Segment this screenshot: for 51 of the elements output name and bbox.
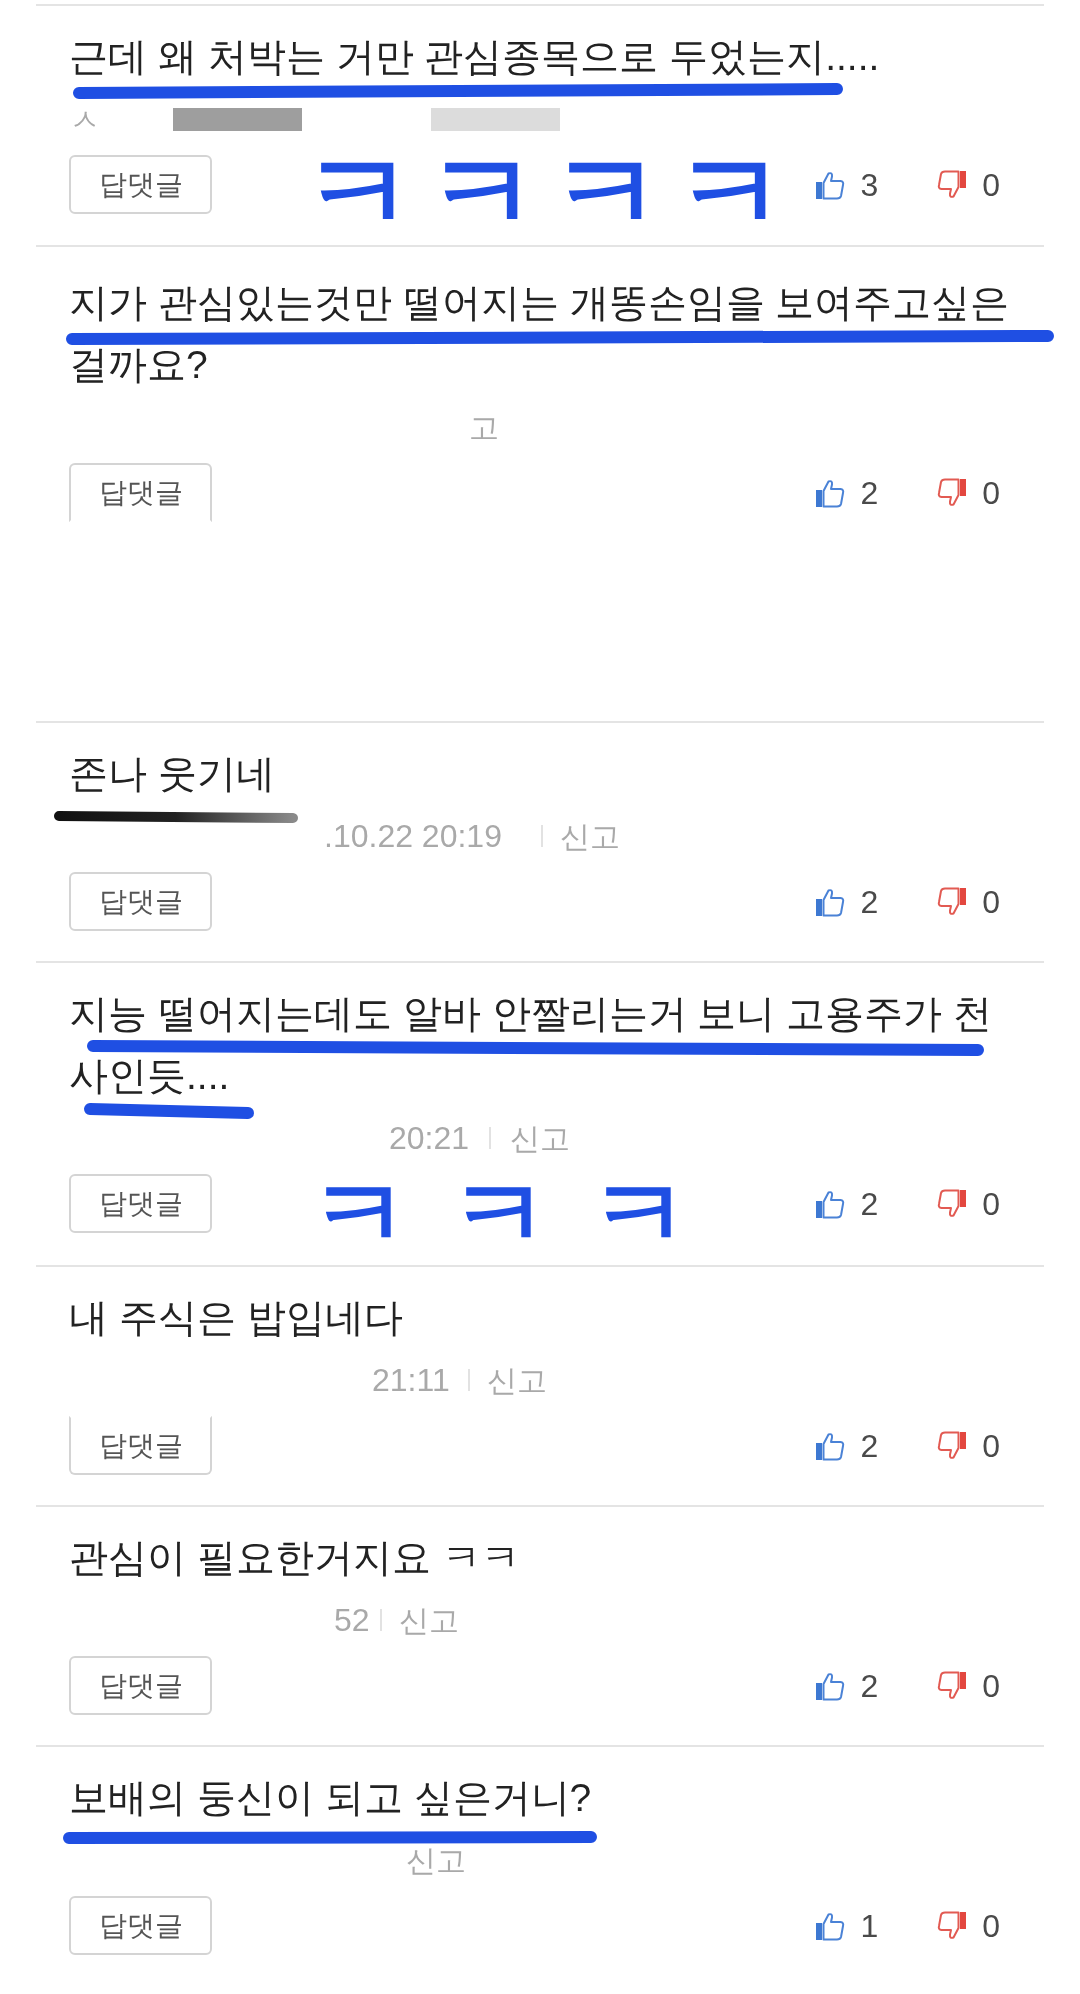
dislike-button[interactable]: 0 xyxy=(936,168,1000,201)
dislike-button[interactable]: 0 xyxy=(936,1429,1000,1462)
like-button[interactable]: 2 xyxy=(815,885,879,918)
comment-time: .10.22 20:19 xyxy=(324,817,502,856)
comment-text: 관심이 필요한거지요 ㅋㅋ xyxy=(69,1538,521,1578)
comment-text: 보배의 둥신이 되고 싶은거니? xyxy=(69,1778,593,1818)
thumbs-up-icon xyxy=(815,1670,846,1701)
thumbs-up-icon xyxy=(815,477,846,508)
thumbs-down-icon xyxy=(936,1430,968,1461)
reply-button[interactable]: 답댓글 xyxy=(69,1896,212,1955)
handwritten-text: ㅋㅋㅋㅋ xyxy=(303,137,799,249)
thumbs-up-icon xyxy=(815,169,846,200)
reply-button[interactable]: 답댓글 xyxy=(69,872,212,931)
comment-text: 사인듯.... xyxy=(69,1056,231,1096)
reply-button[interactable]: 답댓글 xyxy=(69,1174,212,1233)
like-button[interactable]: 1 xyxy=(815,1909,879,1942)
dislike-button[interactable]: 0 xyxy=(936,1669,1000,1702)
thumbs-down-icon xyxy=(936,1188,968,1219)
thumbs-down-icon xyxy=(936,477,968,508)
comment-time: 20:21 xyxy=(389,1119,470,1158)
thumbs-down-icon xyxy=(936,169,968,200)
dislike-button[interactable]: 0 xyxy=(936,1909,1000,1942)
like-button[interactable]: 3 xyxy=(815,168,879,201)
comment-text: 내 주식은 밥입네다 xyxy=(69,1298,404,1338)
thumbs-up-icon xyxy=(815,1910,846,1941)
author-name: ㅅ xyxy=(70,101,100,138)
thumbs-up-icon xyxy=(815,886,846,917)
thumbs-down-icon xyxy=(936,886,968,917)
like-button[interactable]: 2 xyxy=(815,1187,879,1220)
dislike-button[interactable]: 0 xyxy=(936,1187,1000,1220)
comment-time: 52 xyxy=(334,1601,370,1640)
thumbs-up-icon xyxy=(815,1188,846,1219)
thumbs-down-icon xyxy=(936,1910,968,1941)
thumbs-down-icon xyxy=(936,1670,968,1701)
comment-time: 21:11 xyxy=(372,1361,450,1400)
handwritten-text: ㅋㅋㅋ xyxy=(310,1163,730,1263)
comment-text: 걸까요? xyxy=(69,345,209,385)
comment-text: 지가 관심있는것만 떨어지는 개똥손임을 보여주고싶은 xyxy=(69,283,1009,323)
comment-text: 존나 웃기네 xyxy=(69,754,276,794)
reply-button[interactable]: 답댓글 xyxy=(69,155,212,214)
thumbs-up-icon xyxy=(815,1430,846,1461)
like-button[interactable]: 2 xyxy=(815,1669,879,1702)
dislike-button[interactable]: 0 xyxy=(936,885,1000,918)
comment-text: 지능 떨어지는데도 알바 안짤리는거 보니 고용주가 천 xyxy=(69,994,993,1034)
like-button[interactable]: 2 xyxy=(815,1429,879,1462)
dislike-button[interactable]: 0 xyxy=(936,476,1000,509)
reply-button[interactable]: 답댓글 xyxy=(69,463,212,522)
like-button[interactable]: 2 xyxy=(815,476,879,509)
comment-text: 근데 왜 처박는 거만 관심종목으로 두었는지..... xyxy=(69,37,881,77)
reply-button[interactable]: 답댓글 xyxy=(69,1416,212,1475)
reply-button[interactable]: 답댓글 xyxy=(69,1656,212,1715)
